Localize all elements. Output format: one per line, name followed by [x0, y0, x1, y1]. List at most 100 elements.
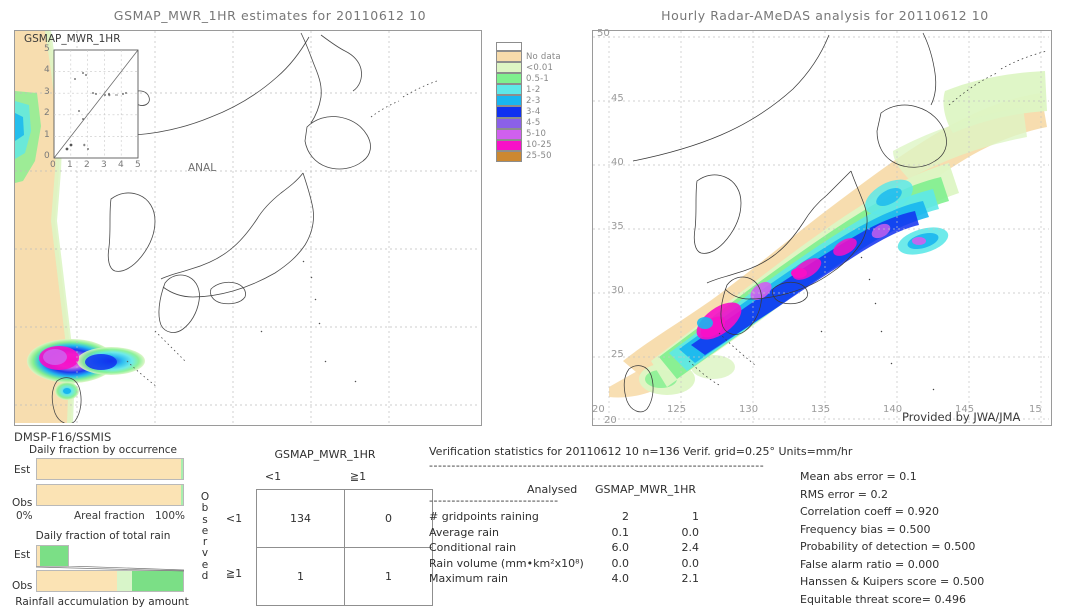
left-map-overlay-label: GSMAP_MWR_1HR — [24, 33, 121, 45]
verification-row-label: Rain volume (mm•km²x10⁸) — [429, 556, 584, 570]
colorbar-swatch — [496, 139, 522, 151]
bar-segment — [37, 485, 181, 505]
inset-xtick-5: 5 — [135, 160, 141, 170]
colorbar-label: <0.01 — [526, 62, 554, 73]
verification-header: Verification statistics for 20110612 10 … — [429, 445, 853, 458]
total-rain-bar-obs[interactable] — [36, 570, 184, 592]
inset-ytick-0: 0 — [44, 151, 50, 161]
inset-ytick-5: 5 — [44, 44, 50, 54]
verification-row: Maximum rain 4.0 2.1 — [429, 572, 789, 588]
table-row: 1 1 — [256, 547, 433, 606]
verification-rows: # gridpoints raining 2 1 Average rain 0.1 0.0… — [429, 510, 789, 588]
colorbar-swatch — [496, 84, 522, 96]
right-map-xtick-130: 130 — [739, 404, 759, 415]
occurrence-axis-max: 100% — [155, 510, 186, 522]
bar-segment — [180, 485, 183, 505]
side-label-char: d — [201, 570, 209, 583]
verification-model-value: 1 — [692, 510, 699, 523]
inset-xtick-3: 3 — [101, 160, 107, 170]
right-map-ytick-30: 30 — [611, 285, 624, 296]
colorbar-swatch — [496, 117, 522, 129]
occurrence-bar-est[interactable] — [36, 458, 184, 480]
right-map-xtick-125: 125 — [667, 404, 687, 415]
inset-xtick-0: 0 — [50, 160, 56, 170]
colorbar-label: 3-4 — [526, 107, 541, 118]
colorbar-label: 2-3 — [526, 95, 541, 106]
cell-hit-miss-11[interactable]: 1 — [344, 547, 433, 606]
occurrence-row-label-est: Est — [14, 464, 31, 476]
inset-ytick-4: 4 — [44, 65, 50, 75]
colorbar-label: 0.5-1 — [526, 73, 549, 84]
colorbar-label: 1-2 — [526, 84, 541, 95]
verification-analysed-value: 0.1 — [611, 525, 630, 539]
colorbar-label: 25-50 — [526, 151, 552, 162]
bar-segment — [37, 459, 181, 479]
inset-scatter-plot[interactable] — [53, 49, 139, 159]
right-map-panel[interactable] — [592, 30, 1052, 426]
provider-credit: Provided by JWA/JMA — [902, 410, 1021, 424]
total-rain-chart-title: Daily fraction of total rain — [35, 530, 171, 542]
verification-score-line: Correlation coeff = 0.920 — [800, 505, 939, 518]
occurrence-chart-title: Daily fraction by occurrence — [29, 444, 177, 456]
colorbar-row: No data — [496, 51, 561, 63]
cell-hit-miss-01[interactable]: 0 — [344, 489, 433, 548]
occurrence-row-label-obs: Obs — [12, 497, 33, 509]
colorbar-row: 1-2 — [496, 84, 561, 96]
colorbar-label: 4-5 — [526, 118, 541, 129]
verification-row-label: # gridpoints raining — [429, 510, 539, 523]
bar-segment — [180, 459, 183, 479]
total-rain-connector — [36, 566, 185, 572]
right-map-corner-tick: 20 — [604, 415, 617, 426]
verification-row: Conditional rain 6.0 2.4 — [429, 541, 789, 557]
right-map-ytick-20: 20 — [592, 404, 605, 415]
occurrence-bar-obs[interactable] — [36, 484, 184, 506]
colorbar-row: 5-10 — [496, 128, 561, 140]
colorbar-swatch — [496, 51, 522, 63]
contingency-side-label: Observed — [199, 491, 211, 583]
colorbar-row: 3-4 — [496, 106, 561, 118]
verification-row-label: Average rain — [429, 525, 499, 539]
verification-model-value: 0.0 — [681, 525, 700, 539]
colorbar-row: 0.5-1 — [496, 73, 561, 85]
total-rain-row-label-obs: Obs — [12, 580, 33, 592]
verification-sub-rule: ----------------------------- — [429, 494, 559, 507]
right-map-xtick-135: 135 — [811, 404, 831, 415]
colorbar-swatch — [496, 62, 522, 74]
right-map-ytick-45: 45 — [611, 93, 624, 104]
cell-hit-miss-10[interactable]: 1 — [256, 547, 345, 606]
right-map-xtick-150: 15 — [1029, 404, 1042, 415]
bar-segment — [40, 546, 68, 566]
contingency-col-label-0: <1 — [264, 470, 282, 483]
contingency-header: GSMAP_MWR_1HR — [274, 448, 376, 461]
contingency-col-label-1: ≧1 — [349, 470, 367, 483]
colorbar-row: 4-5 — [496, 117, 561, 129]
contingency-table[interactable]: 134 0 1 1 — [256, 489, 433, 606]
inset-ytick-2: 2 — [44, 108, 50, 118]
verification-score-line: False alarm ratio = 0.000 — [800, 557, 940, 571]
colorbar-row: 2-3 — [496, 95, 561, 107]
verification-score-line: RMS error = 0.2 — [800, 487, 888, 501]
verification-score-line: Equitable threat score= 0.496 — [800, 592, 966, 606]
right-map-ytick-40: 40 — [611, 157, 624, 168]
right-map-svg — [593, 31, 1049, 423]
total-rain-bar-est[interactable] — [36, 545, 69, 567]
verification-row-label: Maximum rain — [429, 572, 508, 585]
sensor-label: DMSP-F16/SSMIS — [14, 430, 112, 444]
inset-scatter-svg — [53, 49, 139, 159]
occurrence-axis-min: 0% — [16, 510, 33, 522]
cell-hit-miss-00[interactable]: 134 — [256, 489, 345, 548]
colorbar-blank-swatch — [496, 42, 522, 51]
verification-scores: Mean abs error = 0.1 RMS error = 0.2 Corre… — [800, 470, 984, 610]
verification-row-label: Conditional rain — [429, 541, 517, 554]
right-map-ytick-50: 50 — [597, 28, 610, 39]
colorbar-swatch — [496, 128, 522, 140]
inset-anal-label: ANAL — [188, 162, 217, 174]
verification-analysed-value: 4.0 — [611, 572, 630, 585]
occurrence-axis-label: Areal fraction — [74, 510, 145, 522]
colorbar-row: 25-50 — [496, 150, 561, 162]
right-map-ytick-35: 35 — [611, 221, 624, 232]
colorbar-label: 10-25 — [526, 140, 552, 151]
contingency-row-label-0: <1 — [225, 512, 243, 525]
bar-segment — [117, 571, 132, 591]
total-rain-chart-caption: Rainfall accumulation by amount — [15, 596, 189, 608]
